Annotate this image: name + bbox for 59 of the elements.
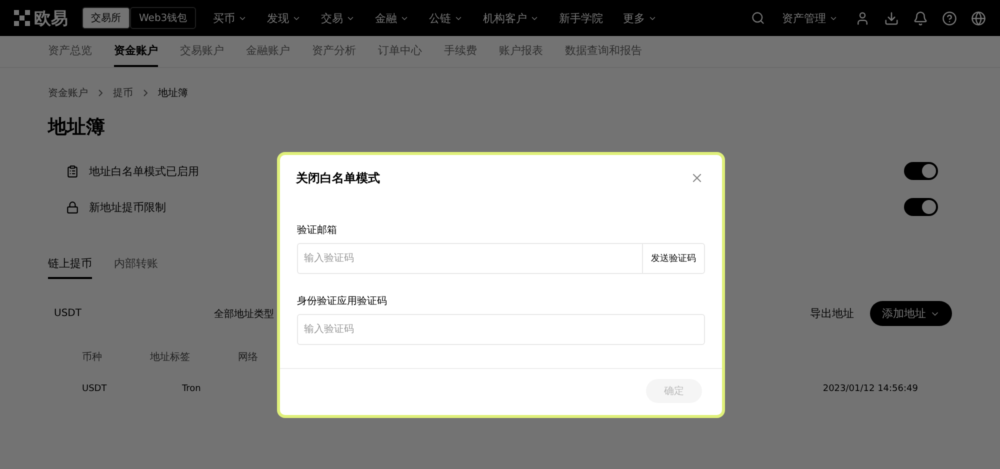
table-cell-text: USDT xyxy=(82,384,108,394)
nav-menu[interactable]: 公链 xyxy=(426,10,466,26)
breadcrumb-link[interactable]: 地址簿 xyxy=(158,86,188,100)
nav-menu[interactable]: 更多 xyxy=(620,10,660,26)
dialog-title: 关闭白名单模式 xyxy=(296,170,380,186)
column-header: 地址标签 xyxy=(150,350,190,364)
account-tab[interactable]: 交易账户 xyxy=(180,36,224,67)
logo[interactable]: 欧易 xyxy=(14,6,68,30)
field-label: 身份验证应用验证码 xyxy=(297,294,388,308)
withdraw-tab[interactable]: 内部转账 xyxy=(114,256,158,279)
send-code-button[interactable]: 发送验证码 xyxy=(642,243,705,274)
withdraw-tab[interactable]: 链上提币 xyxy=(48,256,92,279)
account-tab[interactable]: 资金账户 xyxy=(114,36,158,67)
table-cell-text: Tron xyxy=(182,384,202,394)
setting-title: 新地址提币限制 xyxy=(89,200,166,214)
input-field[interactable]: 输入验证码 xyxy=(297,243,642,274)
setting-title: 地址白名单模式已启用 xyxy=(89,164,199,178)
clipboard-icon xyxy=(66,164,79,178)
account-tab[interactable]: 资产分析 xyxy=(312,36,356,67)
account-tab[interactable]: 订单中心 xyxy=(378,36,422,67)
input-field[interactable]: 输入验证码 xyxy=(297,314,705,345)
nav-menu[interactable]: 买币 xyxy=(210,10,250,26)
nav-menu[interactable]: 交易 xyxy=(318,10,358,26)
nav-menu[interactable]: 资产管理 xyxy=(779,10,841,26)
coin-filter[interactable]: USDT xyxy=(48,307,198,320)
logo-icon xyxy=(14,10,30,26)
download-icon[interactable] xyxy=(884,10,899,26)
page-title: 地址簿 xyxy=(48,115,106,140)
nav-menu[interactable]: 金融 xyxy=(372,10,412,26)
separator-icon xyxy=(98,89,103,97)
account-tab[interactable]: 数据查询和报告 xyxy=(565,36,642,67)
mode-tab[interactable]: 交易所 xyxy=(82,7,130,29)
add-button[interactable]: 添加地址 xyxy=(870,301,952,326)
account-tab[interactable]: 账户报表 xyxy=(499,36,543,67)
help-icon[interactable] xyxy=(942,10,957,26)
table-cell: 2023/01/12 14:56:49 xyxy=(822,384,918,394)
account-tab[interactable]: 手续费 xyxy=(444,36,477,67)
account-tab[interactable]: 资产总览 xyxy=(48,36,92,67)
breadcrumb-link[interactable]: 提币 xyxy=(113,86,133,100)
toggle-switch[interactable] xyxy=(904,198,938,216)
nav-menu[interactable]: 机构客户 xyxy=(480,10,542,26)
globe-icon[interactable] xyxy=(971,10,986,26)
logo-text: 欧易 xyxy=(34,8,68,30)
export-link[interactable]: 导出地址 xyxy=(804,305,860,322)
column-header: 网络 xyxy=(238,351,258,364)
account-tab[interactable]: 金融账户 xyxy=(246,36,290,67)
search-icon[interactable] xyxy=(751,11,765,25)
field-label: 验证邮箱 xyxy=(297,224,338,237)
bell-icon[interactable] xyxy=(913,10,928,26)
column-header: 币种 xyxy=(82,350,102,364)
nav-menu[interactable]: 发现 xyxy=(264,10,304,26)
close-icon[interactable] xyxy=(690,171,704,185)
lock-icon xyxy=(66,200,79,214)
separator-icon xyxy=(143,89,148,97)
toggle-switch[interactable] xyxy=(904,162,938,180)
user-icon[interactable] xyxy=(855,10,870,26)
nav-menu[interactable]: 新手学院 xyxy=(556,10,606,26)
breadcrumb-link[interactable]: 资金账户 xyxy=(48,86,88,100)
mode-tab[interactable]: Web3钱包 xyxy=(130,7,196,29)
